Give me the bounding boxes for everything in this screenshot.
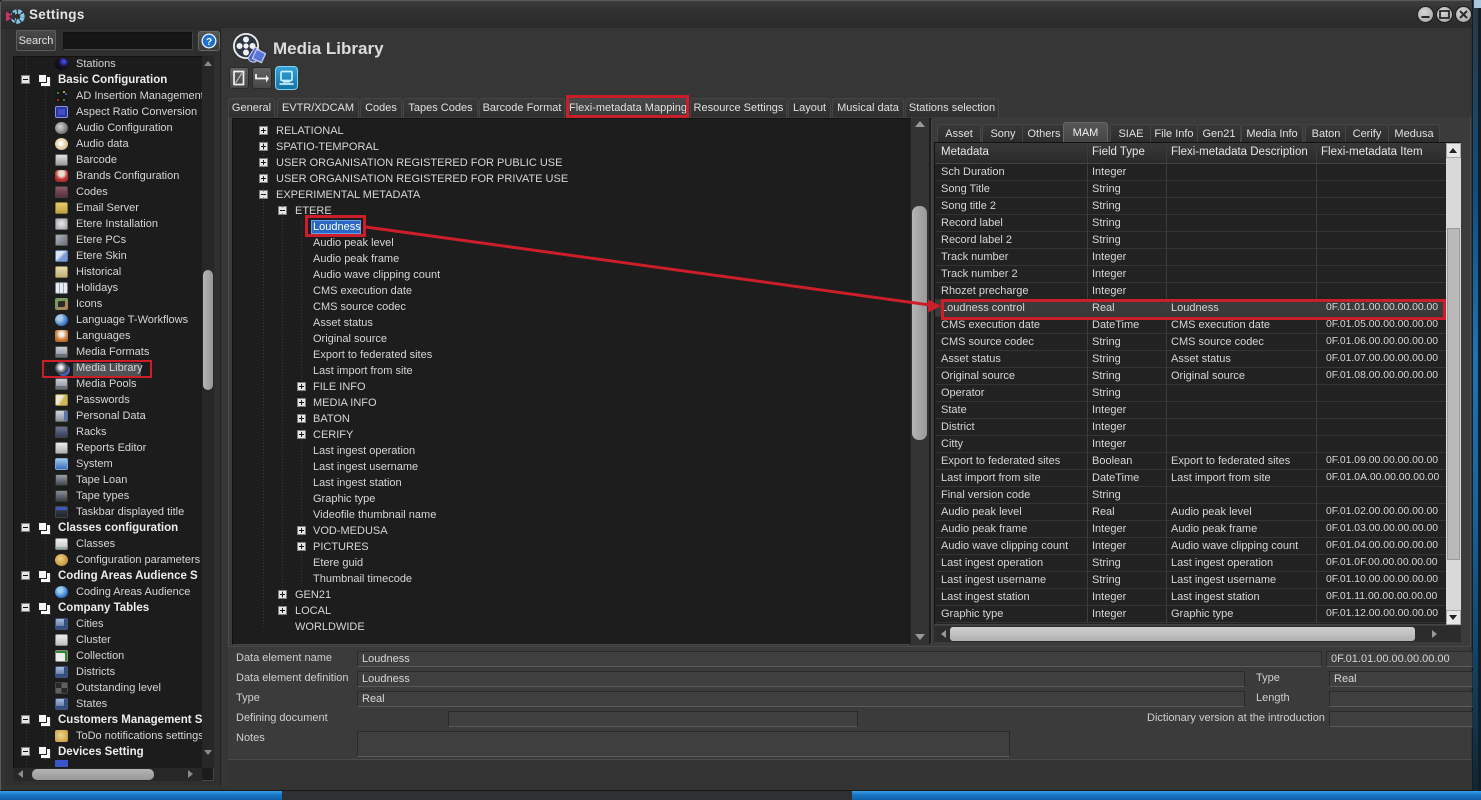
svg-text:?: ? [206,37,212,48]
